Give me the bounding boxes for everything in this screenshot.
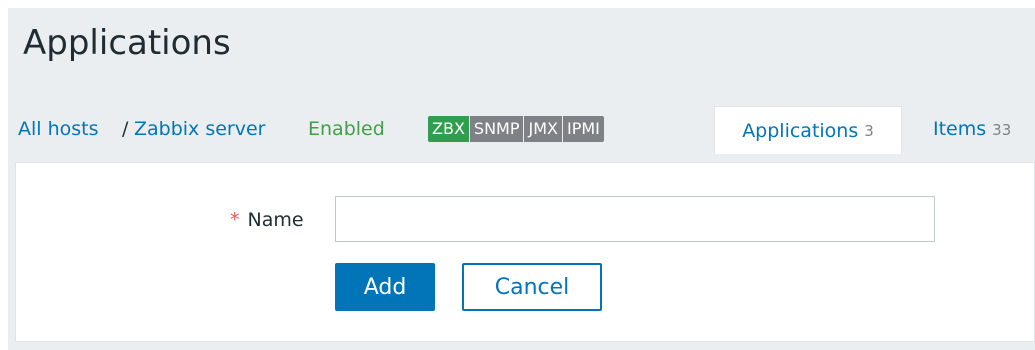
- application-form: * Name Add Cancel: [15, 162, 1035, 342]
- tab-applications-label: Applications: [742, 119, 859, 142]
- badge-jmx: JMX: [524, 116, 563, 142]
- host-navigation: All hosts / Zabbix server Enabled ZBX SN…: [8, 96, 1035, 162]
- badge-ipmi: IPMI: [562, 116, 604, 142]
- tab-items[interactable]: Items 33: [933, 116, 1011, 143]
- tab-items-count: 33: [992, 121, 1012, 139]
- name-label-row: * Name: [230, 207, 304, 233]
- tab-applications[interactable]: Applications 3: [714, 106, 902, 154]
- breadcrumb-host[interactable]: Zabbix server: [134, 116, 266, 142]
- breadcrumb-all-hosts[interactable]: All hosts: [18, 116, 99, 142]
- tab-applications-count: 3: [864, 121, 874, 140]
- name-input[interactable]: [335, 196, 935, 242]
- page-container: Applications All hosts / Zabbix server E…: [8, 8, 1035, 350]
- page-title: Applications: [23, 23, 231, 63]
- add-button[interactable]: Add: [335, 263, 435, 311]
- required-asterisk: *: [230, 209, 240, 231]
- name-label: Name: [247, 209, 304, 231]
- tab-items-label: Items: [933, 118, 987, 140]
- host-status-enabled[interactable]: Enabled: [308, 116, 385, 142]
- badge-snmp: SNMP: [469, 116, 525, 142]
- breadcrumb-separator: /: [122, 118, 129, 140]
- badge-zbx: ZBX: [428, 116, 470, 142]
- cancel-button[interactable]: Cancel: [462, 263, 602, 311]
- availability-badges: ZBX SNMP JMX IPMI: [428, 116, 604, 142]
